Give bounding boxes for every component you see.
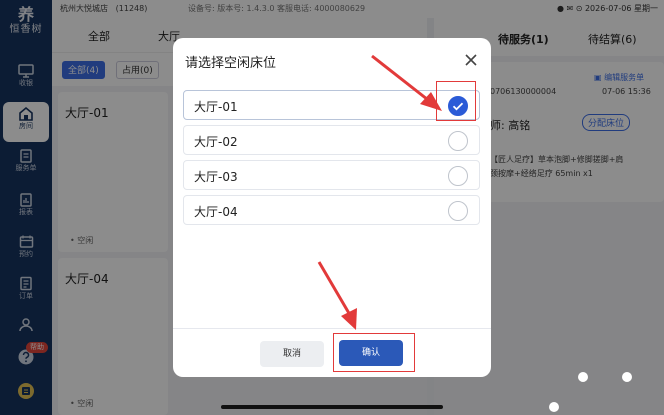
home-indicator [221, 405, 443, 409]
annotation-arrow-icon [317, 261, 357, 330]
annotation-arrow-icon [371, 54, 442, 111]
assistive-dot [622, 372, 632, 382]
assistive-dot [578, 372, 588, 382]
annotation-arrows [317, 54, 442, 330]
assistive-dot [549, 402, 559, 412]
